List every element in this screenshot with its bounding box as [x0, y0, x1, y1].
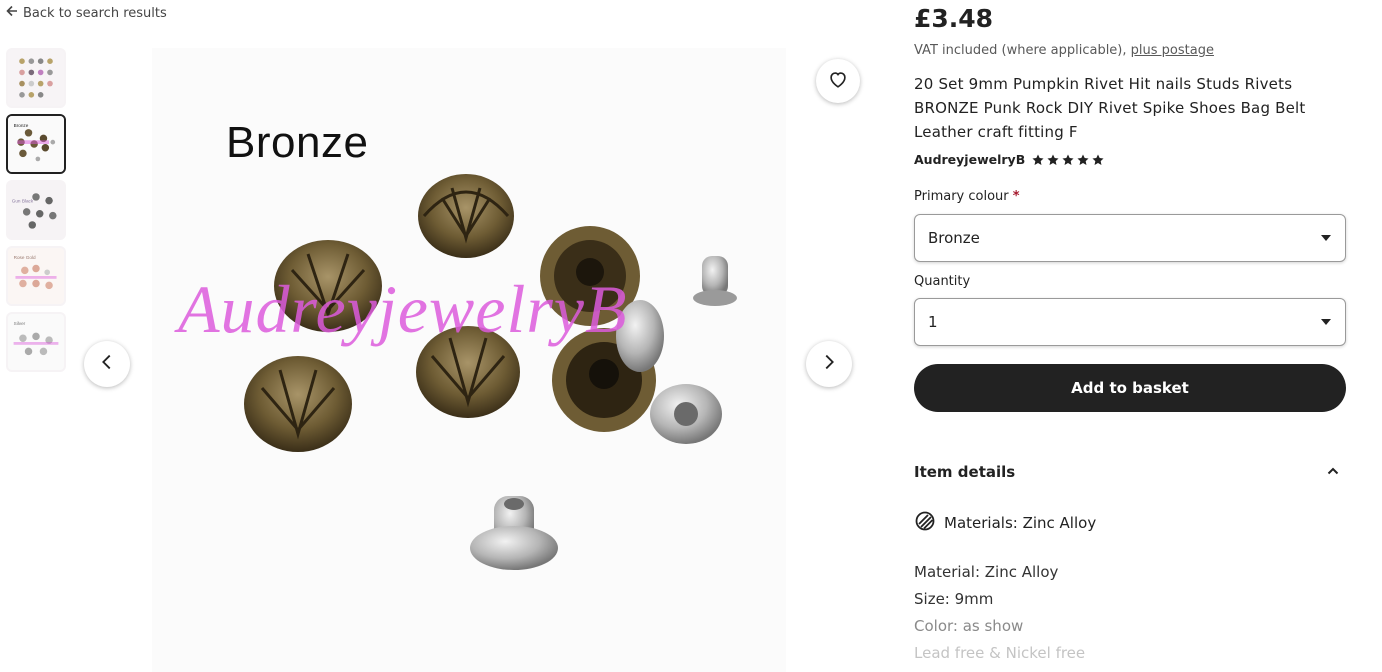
star-icon [1077, 153, 1089, 165]
vat-text: VAT included (where applicable), [914, 43, 1131, 58]
required-mark: * [1012, 189, 1020, 204]
thumbnail-2[interactable]: Bronze [6, 114, 66, 174]
caret-down-icon [1321, 319, 1331, 325]
quantity-select[interactable]: 1 [914, 298, 1346, 346]
materials-text: Materials: Zinc Alloy [944, 514, 1097, 532]
materials-row: Materials: Zinc Alloy [914, 510, 1096, 536]
primary-colour-select[interactable]: Bronze [914, 214, 1346, 262]
next-image-button[interactable] [806, 341, 852, 387]
svg-text:Rose Gold: Rose Gold [14, 255, 36, 260]
star-icon [1092, 153, 1104, 165]
thumbnail-3[interactable]: Gun Black [6, 180, 66, 240]
add-to-basket-button[interactable]: Add to basket [914, 364, 1346, 412]
primary-colour-value: Bronze [928, 229, 980, 247]
quantity-label: Quantity [914, 274, 971, 289]
postage-link[interactable]: plus postage [1131, 43, 1214, 58]
thumbnail-list: Bronze Gun Black Rose Gold Silver [6, 48, 66, 378]
star-icon [1062, 153, 1074, 165]
price: £3.48 [914, 4, 994, 33]
previous-image-button[interactable] [84, 341, 130, 387]
description-line: Lead free & Nickel free [914, 644, 1086, 662]
image-color-label: Bronze [226, 118, 369, 167]
chevron-right-icon [818, 351, 840, 377]
primary-colour-label: Primary colour * [914, 189, 1020, 204]
chevron-left-icon [96, 351, 118, 377]
favorite-button[interactable] [816, 59, 860, 103]
star-rating[interactable] [1031, 153, 1105, 167]
item-details-title: Item details [914, 463, 1016, 481]
vat-note: VAT included (where applicable), plus po… [914, 43, 1214, 58]
star-icon [1047, 153, 1059, 165]
item-details-toggle[interactable]: Item details [914, 454, 1346, 490]
materials-icon [914, 510, 936, 536]
back-link-label: Back to search results [23, 5, 167, 21]
shop-rating-row: AudreyjewelryB [914, 152, 1105, 167]
image-watermark: AudreyjewelryB [178, 271, 628, 347]
main-product-image: Bronze AudreyjewelryB [152, 48, 786, 672]
thumbnail-4[interactable]: Rose Gold [6, 246, 66, 306]
thumbnail-5[interactable]: Silver [6, 312, 66, 372]
description-line: Color: as show [914, 617, 1024, 635]
listing-page: Back to search results Bronze Gun Black … [0, 0, 1382, 672]
arrow-left-icon [6, 5, 18, 21]
star-icon [1032, 153, 1044, 165]
description-line: Material: Zinc Alloy [914, 563, 1059, 581]
thumbnail-1[interactable] [6, 48, 66, 108]
quantity-value: 1 [928, 313, 938, 331]
shop-name-link[interactable]: AudreyjewelryB [914, 152, 1025, 167]
caret-down-icon [1321, 235, 1331, 241]
svg-text:Silver: Silver [14, 321, 26, 326]
svg-text:Bronze: Bronze [14, 123, 29, 128]
chevron-up-icon [1326, 463, 1346, 482]
svg-text:Gun Black: Gun Black [12, 199, 34, 204]
heart-icon [827, 68, 849, 94]
back-to-search-link[interactable]: Back to search results [6, 5, 167, 21]
description-line: Size: 9mm [914, 590, 994, 608]
product-title: 20 Set 9mm Pumpkin Rivet Hit nails Studs… [914, 75, 1306, 141]
